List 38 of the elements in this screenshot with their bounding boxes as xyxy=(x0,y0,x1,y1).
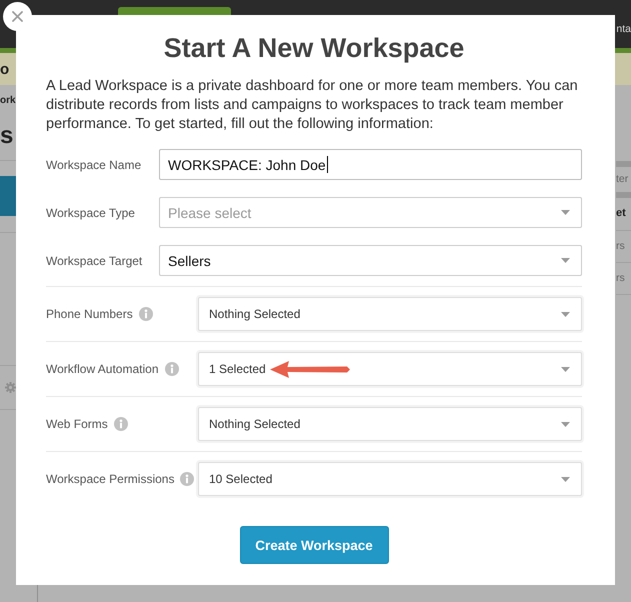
multi-select-dropdown[interactable]: 10 Selected xyxy=(198,462,582,496)
nav-link[interactable]: nta xyxy=(616,23,631,36)
banner-text: o xyxy=(0,60,10,78)
description-text: A Lead Workspace is a private dashboard for one or more team members. You can distribute records from lists and campaigns to workspaces to track team member performance. To get started, fill out the following information: xyxy=(46,77,579,134)
close-icon xyxy=(12,11,23,22)
filter-label: ter xyxy=(616,173,630,186)
multi-select-dropdown[interactable]: Nothing Selected xyxy=(198,407,582,441)
text-input[interactable]: WORKSPACE: John Doe xyxy=(159,149,582,180)
gear-icon xyxy=(5,382,16,393)
select-dropdown[interactable]: Sellers xyxy=(159,245,582,276)
caret-icon xyxy=(561,476,570,482)
table-header-bar xyxy=(616,192,631,198)
text-cursor xyxy=(326,156,328,173)
field-label: Workspace Type xyxy=(46,206,135,220)
multi-select-dropdown[interactable]: 1 Selected xyxy=(198,352,582,386)
field-label: Workspace Permissions xyxy=(46,472,174,486)
info-icon xyxy=(164,362,178,376)
dialog-title: Start A New Workspace xyxy=(164,32,464,65)
field-label: Workspace Target xyxy=(46,254,142,268)
field-label: Phone Numbers xyxy=(46,307,133,321)
toolbar-bar xyxy=(616,161,631,167)
page-title: s xyxy=(0,124,14,148)
caret-icon xyxy=(561,210,570,215)
field-label: Workflow Automation xyxy=(46,362,158,376)
caret-icon xyxy=(561,312,570,316)
caret-icon xyxy=(561,258,570,263)
field-label: Workspace Name xyxy=(46,158,142,172)
table-cell: rs xyxy=(616,231,631,263)
info-icon xyxy=(180,472,194,486)
table-cell: rs xyxy=(616,263,631,295)
multi-select-dropdown[interactable]: Nothing Selected xyxy=(198,297,582,331)
column-header: et xyxy=(616,206,631,231)
field-label: Web Forms xyxy=(46,417,108,431)
caret-icon xyxy=(561,422,570,426)
info-icon xyxy=(138,307,153,321)
section-heading: ork xyxy=(0,94,16,107)
caret-icon xyxy=(561,366,570,372)
info-icon xyxy=(114,417,128,431)
